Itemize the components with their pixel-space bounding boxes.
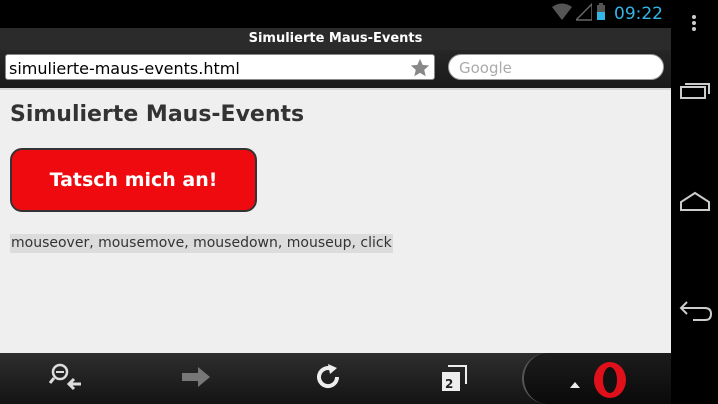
wifi-icon — [552, 3, 572, 26]
battery-icon — [596, 2, 606, 26]
address-text[interactable]: simulierte-maus-events.html — [9, 59, 240, 78]
reload-icon — [313, 362, 343, 397]
page-heading: Simulierte Maus-Events — [10, 102, 305, 127]
event-log-text: mouseover, mousemove, mousedown, mouseup… — [10, 234, 393, 253]
opera-logo-icon — [592, 361, 628, 404]
forward-arrow-icon — [180, 365, 212, 394]
page-content: Simulierte Maus-Events Tatsch mich an! m… — [0, 88, 671, 353]
back-icon[interactable] — [679, 298, 713, 327]
home-icon[interactable] — [679, 190, 711, 217]
recent-apps-icon[interactable] — [679, 80, 711, 105]
overflow-menu-icon[interactable] — [691, 14, 697, 37]
search-input[interactable] — [457, 57, 656, 79]
zoom-out-back-icon — [48, 362, 83, 397]
signal-icon — [574, 1, 593, 26]
tab-count: 2 — [445, 377, 454, 391]
browser-title-bar: Simulierte Maus-Events — [0, 28, 671, 50]
opera-menu-button[interactable] — [522, 353, 671, 404]
bookmark-star-icon[interactable] — [409, 57, 431, 84]
navigation-bar — [671, 0, 718, 404]
status-clock: 09:22 — [614, 4, 663, 24]
tabs-button[interactable]: 2 — [434, 361, 474, 397]
address-field[interactable]: simulierte-maus-events.html — [5, 54, 435, 80]
forward-button[interactable] — [176, 361, 216, 397]
browser-toolbar: simulierte-maus-events.html — [0, 50, 671, 88]
search-field[interactable] — [448, 54, 664, 80]
tabs-icon: 2 — [441, 365, 467, 393]
reload-button[interactable] — [308, 361, 348, 397]
touch-me-button[interactable]: Tatsch mich an! — [10, 148, 257, 212]
zoom-back-button[interactable] — [46, 361, 86, 397]
caret-up-icon — [570, 375, 580, 393]
status-bar: 09:22 — [0, 0, 671, 28]
